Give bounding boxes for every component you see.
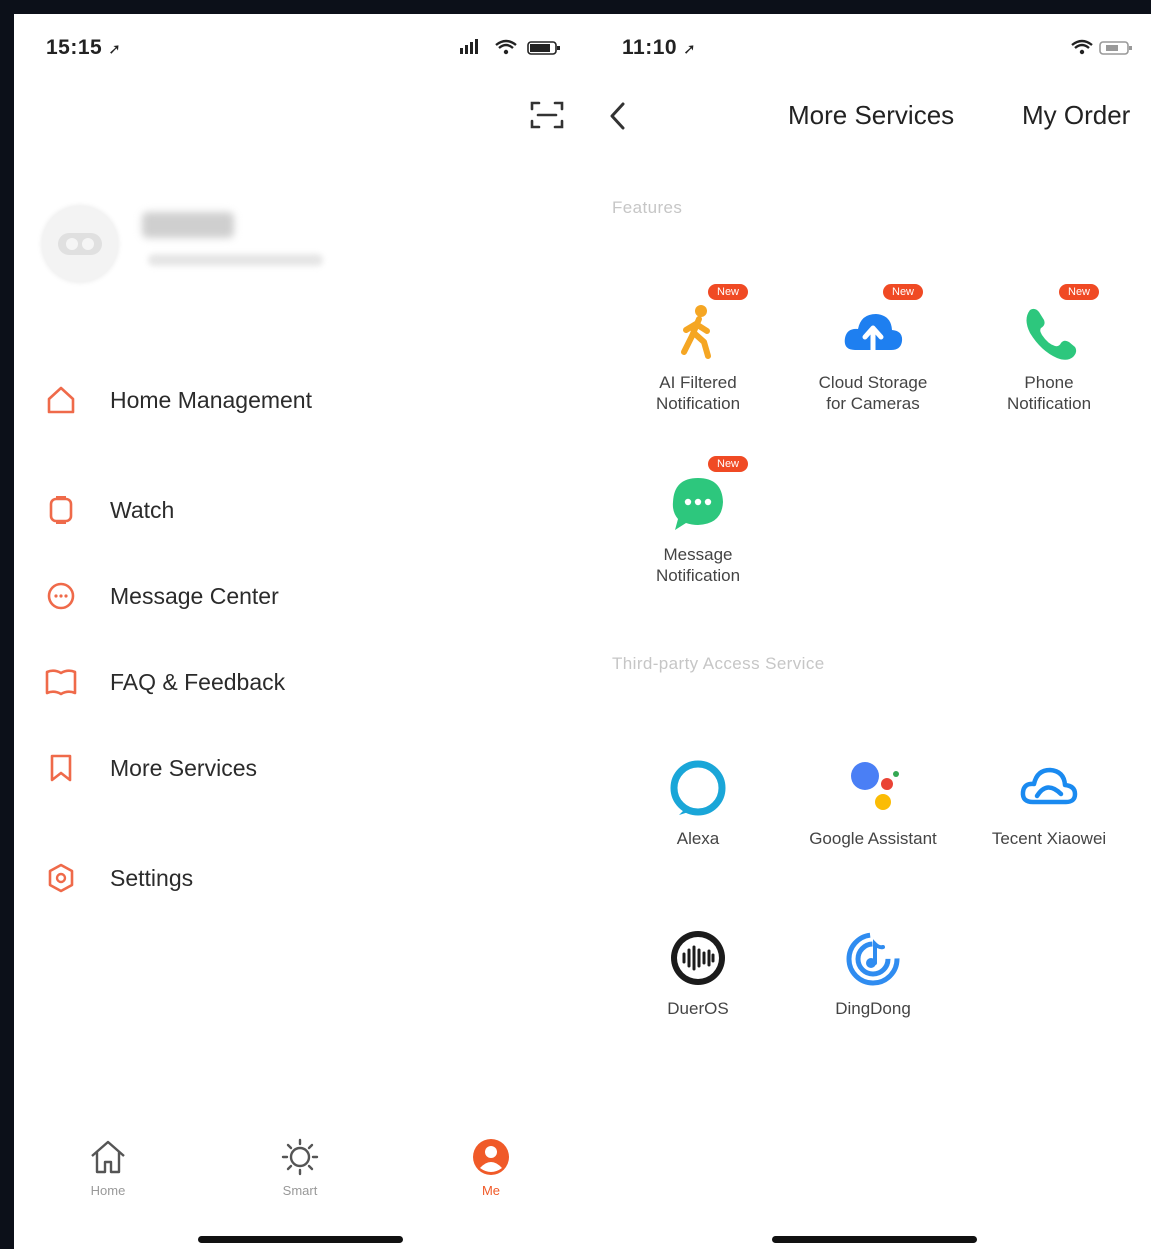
home-indicator — [198, 1236, 403, 1243]
back-chevron-icon[interactable] — [606, 100, 630, 132]
username-blurred — [142, 212, 234, 238]
wifi-icon — [1071, 39, 1093, 49]
service-tecent-xiaowei[interactable]: Tecent Xiaowei — [964, 756, 1134, 849]
feature-cloud-storage[interactable]: New Cloud Storage for Cameras — [788, 284, 958, 414]
tab-smart[interactable]: Smart — [260, 1138, 340, 1198]
service-label: DuerOS — [667, 999, 729, 1018]
avatar[interactable] — [42, 206, 118, 282]
tab-label: Home — [90, 1183, 126, 1198]
feature-message-notification[interactable]: New Message Notification — [613, 456, 783, 586]
menu-item-watch[interactable]: Watch — [44, 490, 174, 530]
chat-bubble-icon: New — [666, 456, 749, 536]
status-time: 11:10 ➚ — [622, 36, 697, 59]
new-badge: New — [708, 284, 749, 300]
status-time: 15:15 ➚ — [46, 36, 122, 59]
walking-person-icon: New — [666, 284, 749, 364]
service-dingdong[interactable]: DingDong — [788, 926, 958, 1019]
service-label: DingDong — [835, 999, 911, 1018]
my-order-button[interactable]: My Order — [1022, 100, 1130, 131]
status-icons — [1070, 38, 1140, 63]
new-badge: New — [1059, 284, 1100, 300]
person-icon — [473, 1139, 509, 1175]
menu-label: FAQ & Feedback — [110, 668, 286, 695]
tab-label: Smart — [282, 1183, 318, 1198]
feature-label: Phone Notification — [1006, 373, 1092, 413]
account-blurred — [148, 254, 323, 266]
bookmark-icon — [44, 751, 78, 785]
home-indicator — [772, 1236, 977, 1243]
section-third-party-heading: Third-party Access Service — [612, 654, 825, 673]
service-label: Alexa — [676, 829, 720, 848]
service-alexa[interactable]: Alexa — [613, 756, 783, 849]
alexa-icon — [666, 756, 730, 820]
feature-phone-notification[interactable]: New Phone Notification — [964, 284, 1134, 414]
menu-label: More Services — [110, 754, 257, 781]
google-assistant-icon — [841, 756, 905, 820]
feature-label: AI Filtered Notification — [655, 373, 741, 413]
home-icon — [44, 383, 78, 417]
cloud-outline-icon — [1017, 756, 1081, 820]
new-badge: New — [708, 456, 749, 472]
menu-item-settings[interactable]: Settings — [44, 858, 193, 898]
dingdong-icon — [841, 926, 905, 990]
tab-me[interactable]: Me — [451, 1138, 531, 1198]
page-title: More Services — [788, 100, 955, 130]
menu-label: Settings — [110, 864, 194, 891]
scan-icon[interactable] — [530, 100, 564, 130]
section-features-heading: Features — [612, 198, 683, 217]
battery-icon — [527, 41, 560, 55]
menu-item-faq-feedback[interactable]: FAQ & Feedback — [44, 662, 285, 702]
menu-item-home-management[interactable]: Home Management — [44, 380, 312, 420]
location-arrow-icon: ➚ — [683, 41, 697, 58]
menu-item-message-center[interactable]: Message Center — [44, 576, 279, 616]
battery-icon — [1099, 41, 1132, 55]
cellular-signal-icon — [460, 39, 478, 54]
home-icon — [91, 1140, 125, 1174]
menu-label: Message Center — [110, 582, 279, 609]
feature-label: Message Notification — [655, 545, 741, 585]
menu-label: Home Management — [110, 386, 312, 413]
feature-label: Cloud Storage for Cameras — [818, 373, 928, 413]
service-label: Google Assistant — [809, 829, 937, 848]
settings-icon — [44, 861, 78, 895]
feature-ai-filtered-notification[interactable]: New AI Filtered Notification — [613, 284, 783, 414]
message-icon — [44, 579, 78, 613]
cloud-upload-icon: New — [841, 284, 924, 364]
wifi-icon — [495, 39, 517, 49]
dueros-icon — [666, 926, 730, 990]
service-dueros[interactable]: DuerOS — [613, 926, 783, 1019]
menu-item-more-services[interactable]: More Services — [44, 748, 257, 788]
service-label: Tecent Xiaowei — [991, 829, 1107, 848]
sun-icon — [281, 1138, 319, 1176]
location-arrow-icon: ➚ — [108, 41, 122, 58]
tab-home[interactable]: Home — [68, 1138, 148, 1198]
menu-label: Watch — [110, 496, 175, 523]
book-icon — [44, 665, 78, 699]
new-badge: New — [883, 284, 924, 300]
tab-label: Me — [481, 1183, 501, 1198]
phone-icon: New — [1017, 284, 1100, 364]
status-icons — [460, 38, 570, 63]
screenshot-frame: 15:15 ➚ Home Management Watch Message Ce… — [14, 14, 1151, 1249]
watch-icon — [44, 493, 78, 527]
service-google-assistant[interactable]: Google Assistant — [788, 756, 958, 849]
